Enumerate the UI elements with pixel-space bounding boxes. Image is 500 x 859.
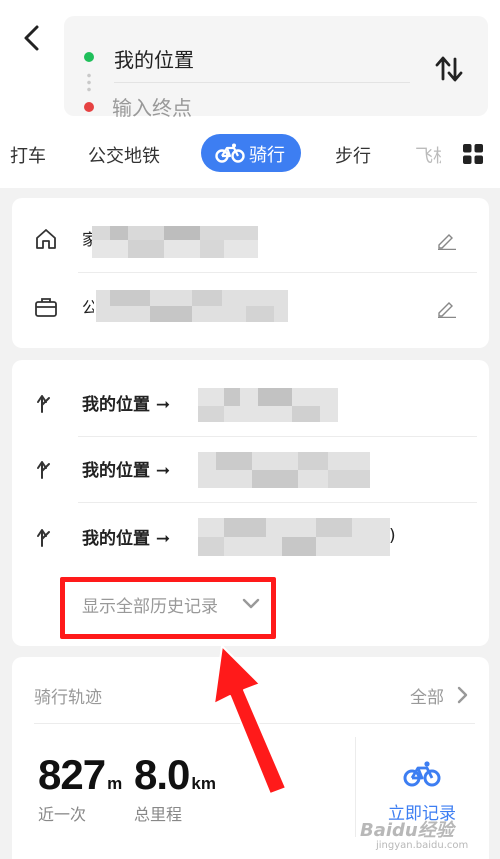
origin-field[interactable]: 我的位置 [114, 44, 194, 73]
briefcase-icon [35, 298, 57, 317]
destination-dot-icon [84, 102, 94, 112]
tab-taxi[interactable]: 打车 [10, 142, 46, 168]
row-divider [78, 502, 477, 503]
blurred-destination [198, 388, 338, 422]
history-route-suffix: ) [389, 526, 396, 546]
tab-cycling[interactable]: 骑行 [201, 134, 301, 172]
tab-transit[interactable]: 公交地铁 [88, 142, 160, 168]
watermark-url: jingyan.baidu.com [376, 840, 469, 851]
origin-dot-icon [84, 52, 94, 62]
blurred-address [92, 226, 258, 258]
tab-cycling-label: 骑行 [249, 145, 285, 166]
destination-input[interactable] [112, 92, 372, 124]
edit-pencil-icon[interactable] [436, 230, 458, 250]
route-connector [87, 72, 91, 94]
watermark-logo: Baidu经验 [360, 820, 454, 841]
bicycle-icon[interactable] [403, 761, 441, 787]
route-divider [114, 82, 410, 83]
saved-place-home[interactable]: 家 [12, 198, 489, 273]
home-icon [36, 229, 56, 249]
annotation-arrow-icon [213, 645, 287, 795]
blurred-address [96, 290, 288, 322]
last-ride-label: 近一次 [38, 805, 87, 824]
saved-places-card: 家 公 [12, 198, 489, 348]
last-ride-unit: m [107, 774, 123, 793]
back-arrow-icon[interactable] [18, 22, 46, 54]
transport-mode-tabs: 打车 公交地铁 骑行 步行 飞机 [0, 134, 500, 180]
total-distance-label: 总里程 [134, 805, 183, 824]
turn-direction-icon [37, 529, 50, 547]
stat-divider [355, 737, 356, 837]
annotation-highlight-box [60, 577, 276, 639]
route-header: 我的位置 打车 公交地铁 骑行 步行 飞机 [0, 0, 500, 188]
more-modes-grid-icon[interactable] [463, 144, 483, 164]
swap-route-icon[interactable] [432, 52, 466, 86]
last-ride-stat: 827 m 近一次 [38, 751, 122, 825]
view-all-tracks-link[interactable]: 全部 [410, 683, 444, 708]
chevron-right-icon[interactable] [456, 686, 468, 704]
route-input-box: 我的位置 [64, 16, 488, 124]
turn-direction-icon [37, 461, 50, 479]
history-route-text: 我的位置 ➞ [82, 529, 171, 549]
tab-walk[interactable]: 步行 [335, 142, 371, 168]
bicycle-icon [215, 143, 245, 163]
blurred-destination [198, 518, 390, 556]
history-route-text: 我的位置 ➞ [82, 461, 171, 481]
last-ride-distance: 827 [38, 751, 106, 798]
cycling-track-title: 骑行轨迹 [34, 688, 102, 708]
edit-pencil-icon[interactable] [436, 298, 458, 318]
turn-direction-icon [37, 395, 50, 413]
history-item[interactable]: 我的位置 ➞ [12, 370, 489, 438]
saved-place-work[interactable]: 公 [12, 272, 489, 346]
history-item[interactable]: 我的位置 ➞ ) [12, 504, 489, 572]
history-item[interactable]: 我的位置 ➞ [12, 436, 489, 504]
saved-place-label: 公 [82, 298, 94, 317]
tab-flight[interactable]: 飞机 [415, 142, 441, 168]
history-route-text: 我的位置 ➞ [82, 395, 171, 415]
total-distance-value: 8.0 [134, 751, 190, 798]
blurred-destination [198, 452, 370, 488]
